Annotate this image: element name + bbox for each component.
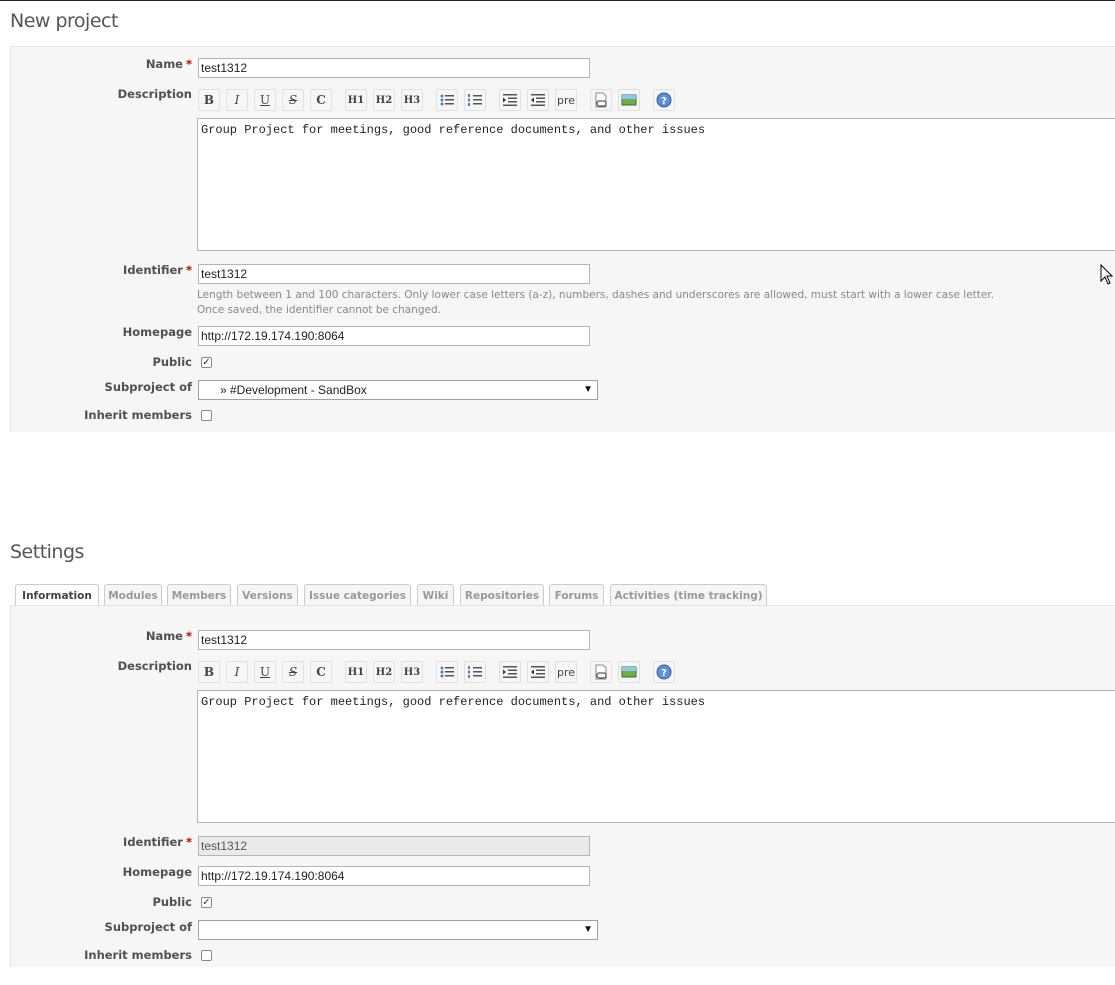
required-mark: * <box>185 835 192 849</box>
ordered-list-button[interactable] <box>464 89 486 111</box>
indent-button[interactable] <box>499 89 521 111</box>
settings-description-textarea[interactable]: Group Project for meetings, good referen… <box>197 690 1115 823</box>
heading2-button[interactable]: H2 <box>373 89 395 111</box>
outdent-button[interactable] <box>527 89 549 111</box>
tab-versions[interactable]: Versions <box>237 584 298 606</box>
outdent-icon <box>531 666 545 678</box>
settings-inherit-members-label: Inherit members <box>84 948 192 962</box>
image-button[interactable] <box>618 89 640 111</box>
italic-button[interactable]: I <box>226 89 248 111</box>
svg-text:?: ? <box>661 96 667 107</box>
pre-button[interactable]: pre <box>555 661 577 683</box>
bold-button[interactable]: B <box>198 661 220 683</box>
settings-inherit-members-checkbox[interactable] <box>201 950 212 961</box>
settings-description-label: Description <box>117 659 192 673</box>
settings-identifier-input: test1312 <box>198 836 590 856</box>
identifier-label: Identifier * <box>123 263 192 277</box>
settings-title: Settings <box>10 541 84 563</box>
code-button[interactable]: C <box>310 89 332 111</box>
name-label: Name * <box>145 57 192 71</box>
heading3-button[interactable]: H3 <box>401 89 423 111</box>
required-mark: * <box>185 57 192 71</box>
bold-button[interactable]: B <box>198 89 220 111</box>
outdent-button[interactable] <box>527 661 549 683</box>
required-mark: * <box>185 263 192 277</box>
link-icon <box>595 92 607 108</box>
link-icon <box>595 664 607 680</box>
inherit-members-label: Inherit members <box>84 408 192 422</box>
link-button[interactable] <box>590 661 612 683</box>
mouse-cursor-icon <box>1100 264 1114 285</box>
image-button[interactable] <box>618 661 640 683</box>
underline-button[interactable]: U <box>254 661 276 683</box>
subproject-label: Subproject of <box>104 380 192 394</box>
indent-icon <box>503 666 517 678</box>
unordered-list-icon <box>440 94 454 106</box>
settings-subproject-select[interactable]: ▼ <box>198 920 598 940</box>
description-textarea[interactable]: Group Project for meetings, good referen… <box>197 118 1115 251</box>
help-icon: ? <box>656 664 672 680</box>
strikethrough-button[interactable]: S <box>282 89 304 111</box>
identifier-hint: Length between 1 and 100 characters. Onl… <box>197 289 995 301</box>
outdent-icon <box>531 94 545 106</box>
ordered-list-button[interactable] <box>464 661 486 683</box>
underline-button[interactable]: U <box>254 89 276 111</box>
settings-public-label: Public <box>152 895 192 909</box>
settings-subproject-label: Subproject of <box>104 920 192 934</box>
pre-button[interactable]: pre <box>555 89 577 111</box>
identifier-input[interactable]: test1312 <box>198 264 590 284</box>
settings-homepage-label: Homepage <box>122 865 192 879</box>
heading2-button[interactable]: H2 <box>373 661 395 683</box>
settings-name-label: Name * <box>145 629 192 643</box>
tab-wiki[interactable]: Wiki <box>417 584 454 606</box>
public-label: Public <box>152 355 192 369</box>
help-button[interactable]: ? <box>653 661 675 683</box>
image-icon <box>621 666 637 678</box>
strikethrough-button[interactable]: S <box>282 661 304 683</box>
help-button[interactable]: ? <box>653 89 675 111</box>
ordered-list-icon <box>468 94 482 106</box>
subproject-select[interactable]: » #Development - SandBox ▼ <box>198 380 598 400</box>
inherit-members-checkbox[interactable] <box>201 410 212 421</box>
help-icon: ? <box>656 92 672 108</box>
dropdown-arrow-icon: ▼ <box>583 924 593 935</box>
description-label: Description <box>117 87 192 101</box>
public-checkbox[interactable]: ✓ <box>201 357 212 368</box>
homepage-label: Homepage <box>122 325 192 339</box>
tab-modules[interactable]: Modules <box>104 584 162 606</box>
page-title: New project <box>10 10 118 32</box>
italic-button[interactable]: I <box>226 661 248 683</box>
tab-forums[interactable]: Forums <box>549 584 604 606</box>
heading1-button[interactable]: H1 <box>345 661 367 683</box>
heading1-button[interactable]: H1 <box>345 89 367 111</box>
code-button[interactable]: C <box>310 661 332 683</box>
unordered-list-icon <box>440 666 454 678</box>
top-border <box>0 0 1115 1</box>
heading3-button[interactable]: H3 <box>401 661 423 683</box>
link-button[interactable] <box>590 89 612 111</box>
settings-identifier-label: Identifier * <box>123 835 192 849</box>
unordered-list-button[interactable] <box>436 89 458 111</box>
tab-information[interactable]: Information <box>15 584 99 607</box>
image-icon <box>621 94 637 106</box>
indent-button[interactable] <box>499 661 521 683</box>
svg-text:?: ? <box>661 668 667 679</box>
name-input[interactable]: test1312 <box>198 58 590 78</box>
settings-name-input[interactable]: test1312 <box>198 630 590 650</box>
tab-activities[interactable]: Activities (time tracking) <box>610 584 767 606</box>
homepage-input[interactable]: http://172.19.174.190:8064 <box>198 326 590 346</box>
tab-members[interactable]: Members <box>167 584 231 606</box>
required-mark: * <box>185 629 192 643</box>
settings-homepage-input[interactable]: http://172.19.174.190:8064 <box>198 866 590 886</box>
tab-issue-categories[interactable]: Issue categories <box>304 584 411 606</box>
subproject-selected-value: » #Development - SandBox <box>220 383 367 397</box>
settings-public-checkbox[interactable]: ✓ <box>201 897 212 908</box>
unordered-list-button[interactable] <box>436 661 458 683</box>
identifier-hint-locked: Once saved, the identifier cannot be cha… <box>197 304 441 316</box>
ordered-list-icon <box>468 666 482 678</box>
dropdown-arrow-icon: ▼ <box>583 384 593 395</box>
indent-icon <box>503 94 517 106</box>
tab-repositories[interactable]: Repositories <box>460 584 544 606</box>
